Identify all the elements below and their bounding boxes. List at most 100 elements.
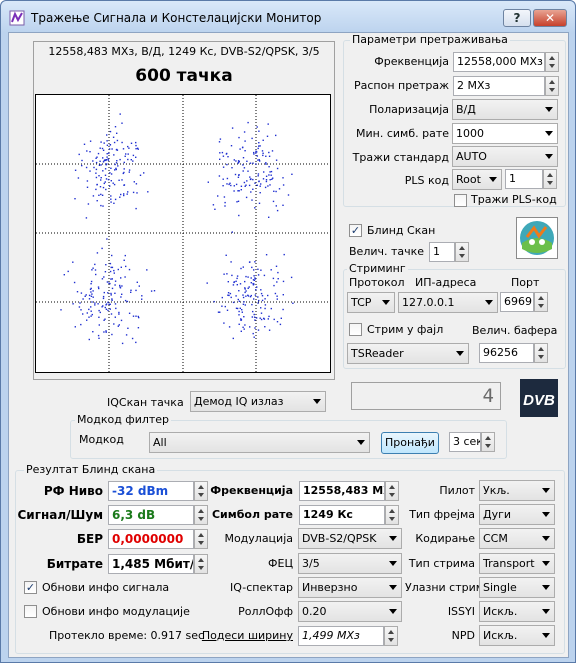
- constellation-point: [135, 141, 137, 144]
- stream-type-select[interactable]: Transport: [479, 553, 555, 574]
- title-bar[interactable]: Тражење Сигнала и Констелацијски Монитор…: [1, 1, 575, 33]
- symbol-rate-spinner[interactable]: [385, 505, 399, 525]
- buffer-spinner[interactable]: [534, 343, 548, 363]
- constellation-point: [246, 180, 248, 182]
- constellation-point: [221, 296, 223, 299]
- min-sr-label: Мин. симб. рате: [356, 127, 449, 140]
- pls-code-field[interactable]: 1: [505, 169, 543, 189]
- pilot-label: Пилот: [439, 484, 475, 497]
- constellation-point: [101, 147, 104, 150]
- pls-code-spinner[interactable]: [543, 169, 557, 189]
- constellation-point: [67, 270, 69, 273]
- constellation-point: [107, 309, 109, 312]
- search-pls-checkbox[interactable]: [454, 194, 467, 207]
- constellation-svg: [36, 95, 330, 372]
- constellation-point: [258, 142, 260, 144]
- constellation-point: [96, 252, 99, 254]
- buffer-field[interactable]: 96256: [479, 343, 534, 363]
- constellation-point: [257, 268, 259, 270]
- symbol-rate-label: Симбол рате: [211, 508, 293, 521]
- protocol-select[interactable]: TCP: [347, 292, 395, 313]
- constellation-point: [265, 254, 268, 256]
- span-spinner[interactable]: [545, 76, 559, 96]
- update-signal-checkbox[interactable]: ✓: [24, 581, 37, 594]
- constellation-point: [135, 289, 137, 292]
- frame-type-select[interactable]: Дуги: [479, 504, 555, 525]
- constellation-point: [137, 148, 139, 150]
- rolloff-select[interactable]: 0.20: [298, 601, 402, 622]
- ip-select[interactable]: 127.0.0.1: [398, 292, 498, 313]
- constellation-point: [227, 281, 229, 283]
- iqscan-select[interactable]: Демод IQ излаз: [190, 391, 326, 412]
- close-button[interactable]: ✕: [533, 9, 567, 27]
- constellation-point: [90, 295, 93, 297]
- point-size-spinner[interactable]: [455, 242, 469, 262]
- constellation-point: [249, 326, 251, 328]
- min-sr-select[interactable]: 1000: [452, 123, 558, 144]
- fec-select[interactable]: 3/5: [298, 553, 402, 574]
- constellation-point: [222, 166, 225, 168]
- input-stream-value: Single: [483, 581, 517, 594]
- constellation-point: [254, 261, 256, 263]
- modulation-select[interactable]: DVB-S2/QPSK: [298, 528, 402, 549]
- constellation-point: [123, 171, 125, 174]
- constellation-point: [135, 144, 137, 147]
- constellation-point: [271, 178, 273, 180]
- constellation-point: [264, 304, 267, 306]
- constellation-point: [221, 305, 223, 307]
- results-title: Резултат Блинд скана: [24, 463, 158, 476]
- port-field[interactable]: 6969: [500, 292, 534, 312]
- port-spinner[interactable]: [534, 292, 548, 312]
- reader-select[interactable]: TSReader: [347, 343, 469, 364]
- constellation-point: [96, 183, 98, 186]
- frequency-field[interactable]: 12558,000 МХз: [453, 52, 545, 72]
- span-field[interactable]: 2 МХз: [453, 76, 545, 96]
- interval-spinner[interactable]: [481, 432, 495, 452]
- constellation-point: [114, 316, 116, 318]
- input-stream-select[interactable]: Single: [479, 577, 555, 598]
- stream-to-file-checkbox[interactable]: [349, 323, 362, 336]
- find-button[interactable]: Пронађи: [381, 432, 439, 454]
- constellation-point: [258, 180, 260, 182]
- constellation-point: [238, 314, 240, 316]
- help-button[interactable]: ?: [503, 9, 531, 27]
- constellation-point: [107, 178, 110, 181]
- interval-field[interactable]: 3 сек: [449, 432, 481, 452]
- update-mod-checkbox[interactable]: [24, 605, 37, 618]
- constellation-point: [231, 231, 233, 233]
- constellation-point: [127, 153, 129, 155]
- result-freq-spinner[interactable]: [385, 481, 399, 501]
- pls-mode-select[interactable]: Root: [452, 169, 502, 190]
- constellation-point: [225, 254, 227, 256]
- constellation-point: [253, 153, 255, 155]
- constellation-point: [255, 150, 257, 152]
- constellation-point: [130, 142, 133, 144]
- frequency-spinner[interactable]: [545, 52, 559, 72]
- coding-select[interactable]: CCM: [479, 528, 555, 549]
- constellation-point: [92, 290, 94, 292]
- constellation-point: [280, 317, 282, 319]
- polarization-select[interactable]: В/Д: [452, 99, 558, 120]
- polarization-label: Поларизација: [369, 103, 449, 116]
- constellation-point: [124, 299, 127, 302]
- constellation-plot: [35, 94, 331, 373]
- constellation-point: [73, 281, 76, 284]
- constellation-point: [227, 156, 229, 158]
- standard-select[interactable]: AUTO: [452, 146, 558, 167]
- constellation-point: [99, 186, 102, 188]
- bandwidth-field: 1,499 МХз: [298, 626, 384, 646]
- constellation-point: [253, 269, 255, 271]
- constellation-point: [236, 307, 239, 310]
- point-size-field[interactable]: 1: [429, 242, 455, 262]
- npd-select[interactable]: Искљ.: [479, 625, 555, 646]
- issyi-select[interactable]: Искљ.: [479, 601, 555, 622]
- set-bandwidth-link[interactable]: Подеси ширину: [199, 629, 293, 642]
- modcod-select[interactable]: All: [149, 432, 370, 453]
- iq-spectrum-select[interactable]: Инверзно: [298, 577, 402, 598]
- pilot-select[interactable]: Укљ.: [479, 480, 555, 501]
- constellation-point: [248, 286, 250, 288]
- bandwidth-spinner[interactable]: [384, 626, 398, 646]
- constellation-point: [262, 152, 264, 154]
- blind-scan-checkbox[interactable]: ✓: [349, 224, 362, 237]
- constellation-point: [265, 179, 268, 181]
